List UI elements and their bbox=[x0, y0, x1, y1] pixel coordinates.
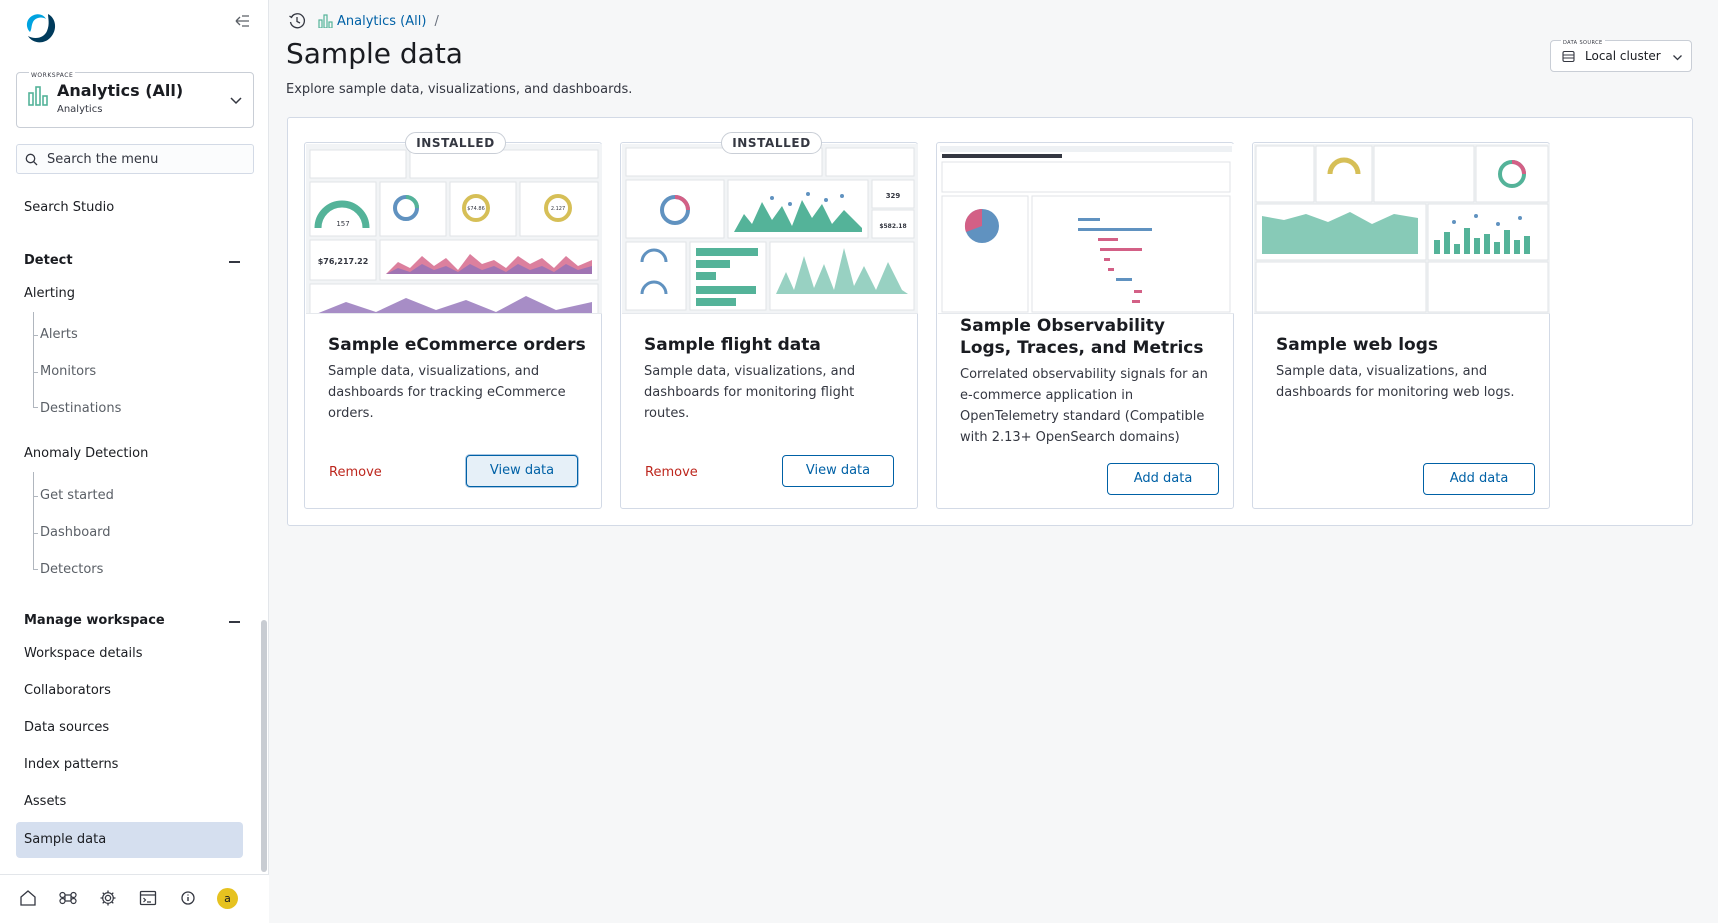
sidebar-footer: a bbox=[0, 874, 269, 923]
menu-search[interactable] bbox=[16, 144, 254, 174]
tree-line bbox=[33, 472, 34, 569]
card-description: Sample data, visualizations, and dashboa… bbox=[644, 364, 856, 421]
search-input[interactable] bbox=[47, 149, 247, 169]
workspace-name: Analytics (All) bbox=[57, 81, 184, 100]
nav-workspace-details[interactable]: Workspace details bbox=[24, 646, 143, 661]
collapse-manage-icon[interactable] bbox=[229, 621, 240, 623]
thumb-donut3-value: 2.127 bbox=[551, 206, 565, 212]
chevron-down-icon bbox=[230, 97, 242, 105]
flights-thumbnail-graphic: 329 $582.18 bbox=[622, 144, 918, 313]
nav-section-manage-workspace[interactable]: Manage workspace bbox=[24, 613, 165, 628]
card-description: Sample data, visualizations, and dashboa… bbox=[1276, 364, 1515, 400]
nav-monitors[interactable]: Monitors bbox=[40, 364, 96, 379]
bar-chart-icon bbox=[318, 14, 333, 28]
tree-tick bbox=[33, 407, 38, 408]
breadcrumb: Analytics (All) / bbox=[288, 11, 439, 31]
nav-get-started[interactable]: Get started bbox=[40, 488, 114, 503]
opensearch-logo[interactable] bbox=[22, 10, 58, 46]
workspace-type: Analytics bbox=[57, 104, 103, 115]
tree-tick bbox=[33, 533, 38, 534]
nav-collaborators[interactable]: Collaborators bbox=[24, 683, 111, 698]
workspace-tag: WORKSPACE bbox=[29, 72, 76, 79]
nav-alerts[interactable]: Alerts bbox=[40, 327, 78, 342]
thumb-metric2-value: $582.18 bbox=[879, 223, 906, 230]
nav-index-patterns[interactable]: Index patterns bbox=[24, 757, 118, 772]
thumb-metric-value: $76,217.22 bbox=[318, 257, 369, 266]
add-data-button[interactable]: Add data bbox=[1107, 463, 1219, 495]
sample-card-flights: 329 $582.18 INSTALLED Sample flight data… bbox=[620, 132, 918, 509]
nav-sample-data-label: Sample data bbox=[24, 832, 107, 847]
web-logs-thumbnail-graphic bbox=[1254, 144, 1550, 313]
nav-section-detect[interactable]: Detect bbox=[24, 253, 73, 268]
view-data-button[interactable]: View data bbox=[782, 455, 894, 487]
tree-tick bbox=[33, 372, 38, 373]
history-icon[interactable] bbox=[288, 12, 306, 30]
breadcrumb-workspace[interactable]: Analytics (All) bbox=[337, 14, 426, 29]
installed-badge: INSTALLED bbox=[405, 132, 506, 154]
flights-dashboard-thumbnail: 329 $582.18 bbox=[622, 144, 918, 314]
thumb-metric1-value: 329 bbox=[886, 192, 901, 200]
card-title: Sample Observability Logs, Traces, and M… bbox=[960, 316, 1204, 358]
thumb-donut2-value: $74.86 bbox=[467, 206, 485, 212]
settings-icon[interactable] bbox=[99, 889, 117, 907]
sample-card-web-logs: Sample web logs Sample data, visualizati… bbox=[1252, 142, 1550, 509]
page-subtitle: Explore sample data, visualizations, and… bbox=[286, 82, 633, 97]
tree-tick bbox=[33, 496, 38, 497]
card-title: Sample flight data bbox=[644, 335, 821, 355]
data-source-selector[interactable]: DATA SOURCE Local cluster bbox=[1550, 40, 1692, 72]
nav-sample-data[interactable]: Sample data bbox=[16, 822, 243, 858]
collapse-detect-icon[interactable] bbox=[229, 261, 240, 263]
data-source-tag: DATA SOURCE bbox=[1561, 40, 1605, 46]
observability-thumbnail-graphic bbox=[938, 144, 1234, 313]
nav-detectors[interactable]: Detectors bbox=[40, 562, 103, 577]
tree-tick bbox=[33, 335, 38, 336]
card-title: Sample eCommerce orders bbox=[328, 335, 586, 355]
home-icon[interactable] bbox=[19, 889, 37, 907]
page-title: Sample data bbox=[286, 37, 463, 70]
nav-anomaly-detection[interactable]: Anomaly Detection bbox=[24, 446, 148, 461]
side-navigation: WORKSPACE Analytics (All) Analytics Sear… bbox=[0, 0, 269, 923]
thumb-gauge-value: 157 bbox=[336, 220, 349, 228]
web-logs-dashboard-thumbnail bbox=[1254, 144, 1550, 314]
observability-thumbnail bbox=[938, 144, 1234, 314]
nav-dashboard[interactable]: Dashboard bbox=[40, 525, 111, 540]
nav-destinations[interactable]: Destinations bbox=[40, 401, 121, 416]
add-data-button[interactable]: Add data bbox=[1423, 463, 1535, 495]
card-description: Correlated observability signals for an … bbox=[960, 367, 1208, 445]
data-source-label: Local cluster bbox=[1585, 49, 1661, 63]
nav-alerting[interactable]: Alerting bbox=[24, 286, 75, 301]
installed-badge: INSTALLED bbox=[721, 132, 822, 154]
tree-tick bbox=[33, 569, 38, 570]
ecommerce-thumbnail-graphic: 157 $74.86 2.127 $76,217.22 bbox=[306, 144, 602, 313]
sample-card-observability: Sample Observability Logs, Traces, and M… bbox=[936, 142, 1234, 509]
card-description: Sample data, visualizations, and dashboa… bbox=[328, 364, 566, 421]
sample-data-panel: 157 $74.86 2.127 $76,217.22 INSTALLED Sa… bbox=[287, 117, 1693, 526]
view-data-button[interactable]: View data bbox=[466, 455, 578, 487]
bar-chart-icon bbox=[28, 86, 48, 106]
nav-assets[interactable]: Assets bbox=[24, 794, 66, 809]
remove-button[interactable]: Remove bbox=[645, 465, 698, 480]
nav-search-studio[interactable]: Search Studio bbox=[24, 200, 114, 215]
apps-icon[interactable] bbox=[59, 889, 77, 907]
remove-button[interactable]: Remove bbox=[329, 465, 382, 480]
ecommerce-dashboard-thumbnail: 157 $74.86 2.127 $76,217.22 bbox=[306, 144, 602, 314]
sample-card-ecommerce: 157 $74.86 2.127 $76,217.22 INSTALLED Sa… bbox=[304, 132, 602, 509]
collapse-menu-icon[interactable] bbox=[232, 12, 252, 30]
sidebar-scrollbar[interactable] bbox=[261, 620, 267, 872]
workspace-selector[interactable]: WORKSPACE Analytics (All) Analytics bbox=[16, 72, 254, 128]
search-icon bbox=[25, 153, 38, 166]
database-icon bbox=[1562, 50, 1575, 63]
nav-data-sources[interactable]: Data sources bbox=[24, 720, 109, 735]
breadcrumb-separator: / bbox=[434, 13, 439, 29]
chevron-down-icon bbox=[1673, 55, 1682, 61]
console-icon[interactable] bbox=[139, 889, 157, 907]
tree-line bbox=[33, 312, 34, 407]
card-title: Sample web logs bbox=[1276, 335, 1438, 355]
user-avatar[interactable]: a bbox=[217, 888, 238, 909]
help-icon[interactable] bbox=[179, 889, 197, 907]
